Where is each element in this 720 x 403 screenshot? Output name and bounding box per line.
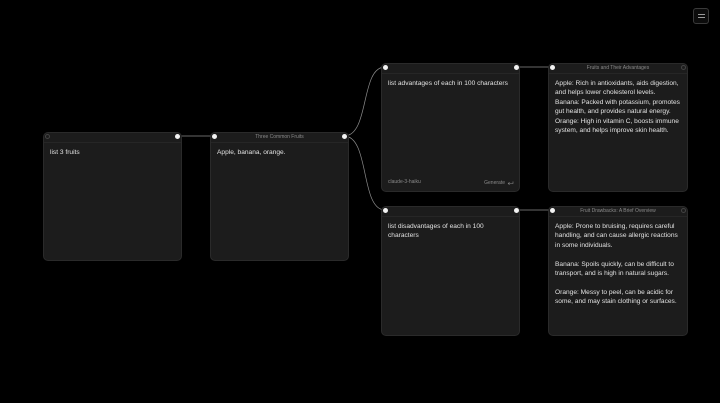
node-header: Fruit Drawbacks: A Brief Overview bbox=[549, 207, 687, 217]
input-port[interactable] bbox=[211, 133, 217, 139]
output-port[interactable] bbox=[174, 133, 180, 139]
response-node-three-common-fruits[interactable]: Three Common Fruits Apple, banana, orang… bbox=[210, 132, 349, 261]
input-port[interactable] bbox=[549, 207, 555, 213]
node-header: Three Common Fruits bbox=[211, 133, 348, 143]
prompt-node-list-3-fruits[interactable]: list 3 fruits bbox=[43, 132, 182, 261]
input-port[interactable] bbox=[44, 133, 50, 139]
node-header: Fruits and Their Advantages bbox=[549, 64, 687, 74]
edge-response1-prompt2 bbox=[343, 66, 386, 137]
response-text: Apple, banana, orange. bbox=[217, 149, 286, 156]
prompt-text[interactable]: list 3 fruits bbox=[50, 148, 175, 157]
output-port[interactable] bbox=[680, 207, 686, 213]
input-port[interactable] bbox=[382, 64, 388, 70]
response-text: Apple: Prone to bruising, requires caref… bbox=[555, 223, 678, 306]
response-node-fruit-drawbacks[interactable]: Fruit Drawbacks: A Brief Overview Apple:… bbox=[548, 206, 688, 336]
node-header bbox=[382, 207, 519, 217]
hamburger-bar bbox=[697, 14, 705, 15]
output-port[interactable] bbox=[513, 207, 519, 213]
input-port[interactable] bbox=[549, 64, 555, 70]
hamburger-bar bbox=[697, 17, 705, 18]
prompt-node-advantages[interactable]: list advantages of each in 100 character… bbox=[381, 63, 520, 192]
model-label[interactable]: claude-3-haiku bbox=[388, 179, 421, 185]
generate-label: Generate bbox=[484, 180, 505, 186]
response-node-fruits-advantages[interactable]: Fruits and Their Advantages Apple: Rich … bbox=[548, 63, 688, 192]
node-header bbox=[382, 64, 519, 74]
prompt-node-disadvantages[interactable]: list disadvantages of each in 100 charac… bbox=[381, 206, 520, 336]
node-header bbox=[44, 133, 181, 143]
edge-response1-prompt3 bbox=[343, 135, 386, 211]
output-port[interactable] bbox=[513, 64, 519, 70]
input-port[interactable] bbox=[382, 207, 388, 213]
output-port[interactable] bbox=[341, 133, 347, 139]
prompt-text[interactable]: list advantages of each in 100 character… bbox=[388, 79, 513, 88]
generate-button[interactable]: Generate bbox=[484, 180, 514, 186]
output-port[interactable] bbox=[680, 64, 686, 70]
response-text: Apple: Rich in antioxidants, aids digest… bbox=[555, 80, 680, 135]
enter-icon bbox=[507, 181, 514, 185]
prompt-text[interactable]: list disadvantages of each in 100 charac… bbox=[388, 222, 513, 241]
flow-canvas[interactable]: list 3 fruits Three Common Fruits Apple,… bbox=[0, 0, 720, 403]
hamburger-icon[interactable] bbox=[693, 8, 709, 24]
